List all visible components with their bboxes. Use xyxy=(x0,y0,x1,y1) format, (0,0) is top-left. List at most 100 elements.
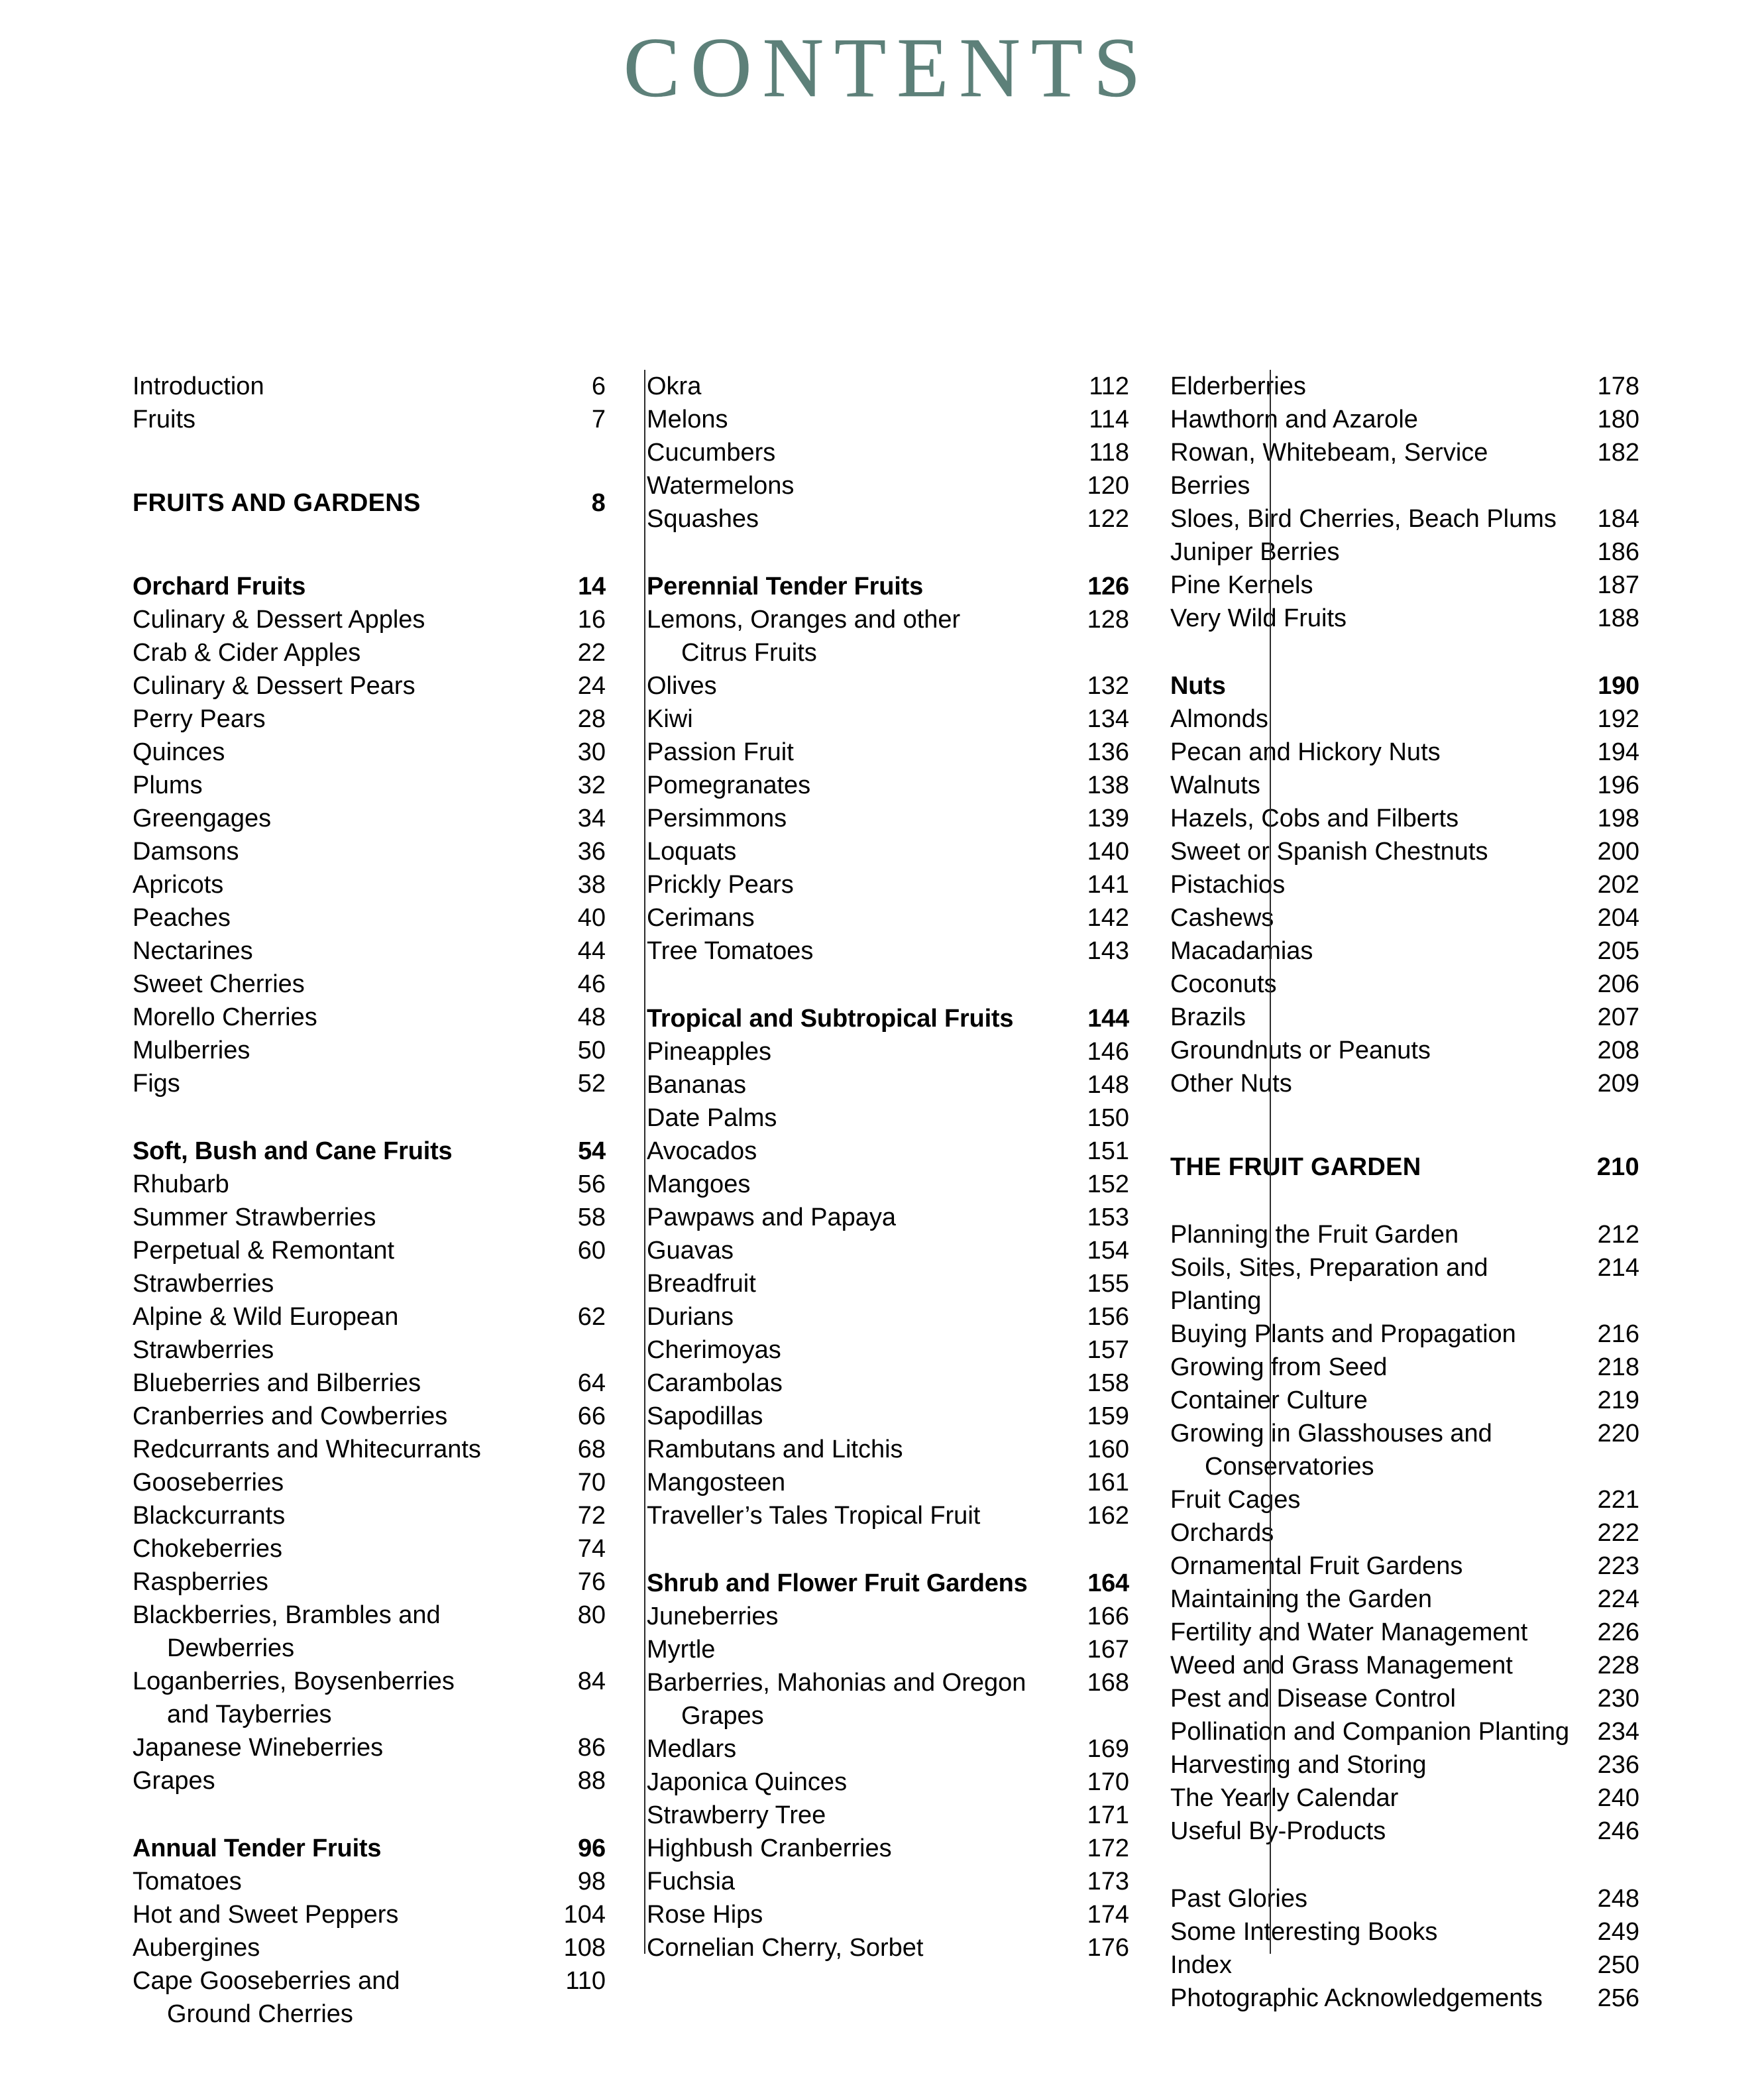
toc-entry-perry-pears[interactable]: Perry Pears 28 xyxy=(133,703,606,736)
toc-entry-growing-from-seed[interactable]: Growing from Seed 218 xyxy=(1170,1351,1639,1384)
toc-entry-maintaining-the-garden[interactable]: Maintaining the Garden 224 xyxy=(1170,1583,1639,1616)
toc-entry-raspberries[interactable]: Raspberries 76 xyxy=(133,1565,606,1599)
toc-entry-sweet-or-spanish-chestnuts[interactable]: Sweet or Spanish Chestnuts 200 xyxy=(1170,835,1639,868)
toc-entry-figs[interactable]: Figs 52 xyxy=(133,1067,606,1100)
toc-entry-cape-gooseberries-and[interactable]: Cape Gooseberries and 110 xyxy=(133,1964,606,1998)
toc-section-heading-nuts[interactable]: Nuts 190 xyxy=(1170,669,1639,703)
toc-entry-perpetual-and-remontant-strawberries[interactable]: Perpetual & Remontant Strawberries 60 xyxy=(133,1234,606,1300)
toc-entry-rowan-whitebeam-service-berries[interactable]: Rowan, Whitebeam, Service Berries 182 xyxy=(1170,436,1639,502)
toc-entry-introduction[interactable]: Introduction 6 xyxy=(133,370,606,403)
toc-entry-almonds[interactable]: Almonds 192 xyxy=(1170,703,1639,736)
toc-entry-pine-kernels[interactable]: Pine Kernels 187 xyxy=(1170,569,1639,602)
toc-entry-mangosteen[interactable]: Mangosteen 161 xyxy=(647,1466,1129,1499)
toc-entry-rose-hips[interactable]: Rose Hips 174 xyxy=(647,1898,1129,1931)
toc-entry-pecan-and-hickory-nuts[interactable]: Pecan and Hickory Nuts 194 xyxy=(1170,736,1639,769)
toc-entry-tree-tomatoes[interactable]: Tree Tomatoes 143 xyxy=(647,934,1129,968)
toc-entry-highbush-cranberries[interactable]: Highbush Cranberries 172 xyxy=(647,1832,1129,1865)
toc-entry-squashes[interactable]: Squashes 122 xyxy=(647,502,1129,536)
toc-section-heading-orchard-fruits[interactable]: Orchard Fruits 14 xyxy=(133,570,606,603)
toc-entry-chokeberries[interactable]: Chokeberries 74 xyxy=(133,1532,606,1565)
toc-entry-cerimans[interactable]: Cerimans 142 xyxy=(647,901,1129,934)
toc-entry-growing-in-glasshouses-and[interactable]: Growing in Glasshouses and 220 xyxy=(1170,1417,1639,1450)
toc-entry-tomatoes[interactable]: Tomatoes 98 xyxy=(133,1865,606,1898)
toc-entry-cornelian-cherry-sorbet[interactable]: Cornelian Cherry, Sorbet 176 xyxy=(647,1931,1129,1964)
toc-entry-container-culture[interactable]: Container Culture 219 xyxy=(1170,1384,1639,1417)
toc-entry-mangoes[interactable]: Mangoes 152 xyxy=(647,1168,1129,1201)
toc-entry-the-yearly-calendar[interactable]: The Yearly Calendar 240 xyxy=(1170,1781,1639,1815)
toc-entry-weed-and-grass-management[interactable]: Weed and Grass Management 228 xyxy=(1170,1649,1639,1682)
toc-entry-sapodillas[interactable]: Sapodillas 159 xyxy=(647,1400,1129,1433)
toc-entry-carambolas[interactable]: Carambolas 158 xyxy=(647,1367,1129,1400)
toc-entry-sweet-cherries[interactable]: Sweet Cherries 46 xyxy=(133,968,606,1001)
toc-entry-travellers-tales-tropical-fruit[interactable]: Traveller’s Tales Tropical Fruit 162 xyxy=(647,1499,1129,1532)
toc-entry-watermelons[interactable]: Watermelons 120 xyxy=(647,469,1129,502)
toc-entry-ornamental-fruit-gardens[interactable]: Ornamental Fruit Gardens 223 xyxy=(1170,1550,1639,1583)
toc-entry-greengages[interactable]: Greengages 34 xyxy=(133,802,606,835)
toc-entry-past-glories[interactable]: Past Glories 248 xyxy=(1170,1882,1639,1915)
toc-entry-juniper-berries[interactable]: Juniper Berries 186 xyxy=(1170,536,1639,569)
toc-section-heading-soft-bush-and-cane-fruits[interactable]: Soft, Bush and Cane Fruits 54 xyxy=(133,1135,606,1168)
toc-entry-loganberries-boysenberries[interactable]: Loganberries, Boysenberries 84 xyxy=(133,1665,606,1698)
toc-entry-fertility-and-water-management[interactable]: Fertility and Water Management 226 xyxy=(1170,1616,1639,1649)
toc-entry-pest-and-disease-control[interactable]: Pest and Disease Control 230 xyxy=(1170,1682,1639,1715)
toc-entry-coconuts[interactable]: Coconuts 206 xyxy=(1170,968,1639,1001)
toc-entry-very-wild-fruits[interactable]: Very Wild Fruits 188 xyxy=(1170,602,1639,635)
toc-entry-summer-strawberries[interactable]: Summer Strawberries 58 xyxy=(133,1201,606,1234)
toc-entry-some-interesting-books[interactable]: Some Interesting Books 249 xyxy=(1170,1915,1639,1948)
toc-entry-photographic-acknowledgements[interactable]: Photographic Acknowledgements 256 xyxy=(1170,1982,1639,2015)
toc-entry-sloes-bird-cherries-beach-plums[interactable]: Sloes, Bird Cherries, Beach Plums 184 xyxy=(1170,502,1639,536)
toc-entry-hazels-cobs-and-filberts[interactable]: Hazels, Cobs and Filberts 198 xyxy=(1170,802,1639,835)
toc-entry-passion-fruit[interactable]: Passion Fruit 136 xyxy=(647,736,1129,769)
toc-entry-cherimoyas[interactable]: Cherimoyas 157 xyxy=(647,1333,1129,1367)
toc-entry-rambutans-and-litchis[interactable]: Rambutans and Litchis 160 xyxy=(647,1433,1129,1466)
toc-entry-persimmons[interactable]: Persimmons 139 xyxy=(647,802,1129,835)
toc-entry-hawthorn-and-azarole[interactable]: Hawthorn and Azarole 180 xyxy=(1170,403,1639,436)
toc-entry-juneberries[interactable]: Juneberries 166 xyxy=(647,1600,1129,1633)
toc-entry-strawberry-tree[interactable]: Strawberry Tree 171 xyxy=(647,1799,1129,1832)
toc-entry-japanese-wineberries[interactable]: Japanese Wineberries 86 xyxy=(133,1731,606,1764)
toc-entry-morello-cherries[interactable]: Morello Cherries 48 xyxy=(133,1001,606,1034)
toc-entry-blueberries-and-bilberries[interactable]: Blueberries and Bilberries 64 xyxy=(133,1367,606,1400)
toc-major-heading-fruits-and-gardens[interactable]: FRUITS AND GARDENS 8 xyxy=(133,486,606,520)
toc-entry-aubergines[interactable]: Aubergines 108 xyxy=(133,1931,606,1964)
toc-section-heading-perennial-tender-fruits[interactable]: Perennial Tender Fruits 126 xyxy=(647,570,1129,603)
toc-entry-apricots[interactable]: Apricots 38 xyxy=(133,868,606,901)
toc-entry-quinces[interactable]: Quinces 30 xyxy=(133,736,606,769)
toc-entry-peaches[interactable]: Peaches 40 xyxy=(133,901,606,934)
toc-entry-cashews[interactable]: Cashews 204 xyxy=(1170,901,1639,934)
toc-entry-harvesting-and-storing[interactable]: Harvesting and Storing 236 xyxy=(1170,1748,1639,1781)
toc-entry-mulberries[interactable]: Mulberries 50 xyxy=(133,1034,606,1067)
toc-entry-gooseberries[interactable]: Gooseberries 70 xyxy=(133,1466,606,1499)
toc-entry-pawpaws-and-papaya[interactable]: Pawpaws and Papaya 153 xyxy=(647,1201,1129,1234)
toc-entry-other-nuts[interactable]: Other Nuts 209 xyxy=(1170,1067,1639,1100)
toc-entry-barberries-mahonias-and-oregon[interactable]: Barberries, Mahonias and Oregon 168 xyxy=(647,1666,1129,1699)
toc-entry-useful-by-products[interactable]: Useful By-Products 246 xyxy=(1170,1815,1639,1848)
toc-entry-cranberries-and-cowberries[interactable]: Cranberries and Cowberries 66 xyxy=(133,1400,606,1433)
toc-entry-buying-plants-and-propagation[interactable]: Buying Plants and Propagation 216 xyxy=(1170,1318,1639,1351)
toc-entry-fuchsia[interactable]: Fuchsia 173 xyxy=(647,1865,1129,1898)
toc-entry-bananas[interactable]: Bananas 148 xyxy=(647,1068,1129,1101)
toc-entry-blackcurrants[interactable]: Blackcurrants 72 xyxy=(133,1499,606,1532)
toc-entry-alpine-and-wild-european-strawberries[interactable]: Alpine & Wild European Strawberries 62 xyxy=(133,1300,606,1367)
toc-entry-pineapples[interactable]: Pineapples 146 xyxy=(647,1035,1129,1068)
toc-entry-brazils[interactable]: Brazils 207 xyxy=(1170,1001,1639,1034)
toc-section-heading-shrub-and-flower-fruit-gardens[interactable]: Shrub and Flower Fruit Gardens 164 xyxy=(647,1567,1129,1600)
toc-entry-loquats[interactable]: Loquats 140 xyxy=(647,835,1129,868)
toc-entry-okra[interactable]: Okra 112 xyxy=(647,370,1129,403)
toc-entry-crab-and-cider-apples[interactable]: Crab & Cider Apples 22 xyxy=(133,636,606,669)
toc-entry-fruits[interactable]: Fruits 7 xyxy=(133,403,606,436)
toc-entry-lemons-oranges-and-other[interactable]: Lemons, Oranges and other 128 xyxy=(647,603,1129,636)
toc-entry-medlars[interactable]: Medlars 169 xyxy=(647,1732,1129,1766)
toc-entry-index[interactable]: Index 250 xyxy=(1170,1948,1639,1982)
toc-entry-prickly-pears[interactable]: Prickly Pears 141 xyxy=(647,868,1129,901)
toc-entry-rhubarb[interactable]: Rhubarb 56 xyxy=(133,1168,606,1201)
toc-entry-redcurrants-and-whitecurrants[interactable]: Redcurrants and Whitecurrants 68 xyxy=(133,1433,606,1466)
toc-section-heading-tropical-and-subtropical-fruits[interactable]: Tropical and Subtropical Fruits 144 xyxy=(647,1002,1129,1035)
toc-entry-pollination-and-companion-planting[interactable]: Pollination and Companion Planting 234 xyxy=(1170,1715,1639,1748)
toc-entry-avocados[interactable]: Avocados 151 xyxy=(647,1135,1129,1168)
toc-entry-walnuts[interactable]: Walnuts 196 xyxy=(1170,769,1639,802)
toc-entry-blackberries-brambles-and[interactable]: Blackberries, Brambles and 80 xyxy=(133,1599,606,1632)
toc-entry-culinary-and-dessert-apples[interactable]: Culinary & Dessert Apples 16 xyxy=(133,603,606,636)
toc-entry-pistachios[interactable]: Pistachios 202 xyxy=(1170,868,1639,901)
toc-entry-kiwi[interactable]: Kiwi 134 xyxy=(647,703,1129,736)
